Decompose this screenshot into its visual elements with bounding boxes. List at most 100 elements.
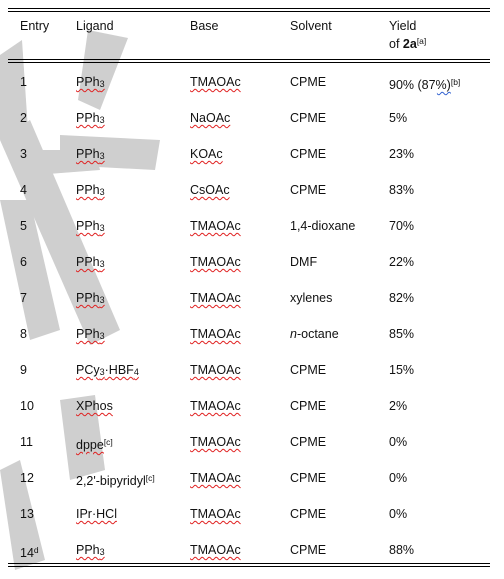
base-cell: NaOAc [190,111,230,126]
entry-cell: 1 [20,75,27,90]
header-bottom-rule [8,59,490,63]
entry-cell: 3 [20,147,27,162]
yield-cell: 23% [389,147,414,162]
footnote-marker: [b] [450,77,461,87]
header-base: Base [190,19,219,33]
text: CPME [290,471,326,485]
text: PPh3 [76,291,105,305]
table-top-rule [8,8,490,12]
solvent-cell: CPME [290,435,326,450]
entry-cell: 9 [20,363,27,378]
yield-cell: 22% [389,255,414,270]
text-part: 4 [133,367,139,377]
yield-value: 83% [389,183,415,197]
footnote-marker: [c] [103,437,113,447]
text: PPh3 [76,75,105,89]
yield-cell: 90% (87%)[b] [389,75,460,93]
text-part: 3 [99,115,105,125]
yield-value: 0% [389,471,408,485]
text-part: PCy [76,363,100,377]
entry-number: 4 [20,183,27,197]
base-cell: KOAc [190,147,223,162]
entry-cell: 4 [20,183,27,198]
text: CPME [290,147,326,161]
header-solvent: Solvent [290,19,332,33]
entry-cell: 12 [20,471,34,486]
text: IPr·HCl [76,507,117,521]
text: PPh3 [76,111,105,125]
footnote-marker: [c] [145,473,155,483]
text: CPME [290,399,326,413]
text-part: CPME [290,363,327,377]
yield-cell: 2% [389,399,407,414]
yield-cell: 85% [389,327,414,342]
base-name: KOAc [190,147,223,161]
ligand-cell: dppe[c] [76,435,113,453]
solvent-cell: CPME [290,471,326,486]
table-bottom-rule [8,563,490,567]
entry-number: 3 [20,147,27,161]
text-part: xylenes [290,291,333,305]
solvent-cell: CPME [290,111,326,126]
yield-cell: 0% [389,471,407,486]
base-name: NaOAc [190,111,231,125]
base-name: TMAOAc [190,363,241,377]
text-part: 3 [99,223,105,233]
entry-cell: 14d [20,543,39,561]
footnote-a: [a] [416,36,427,46]
text: PPh3 [76,147,105,161]
entry-number: 14 [20,546,34,560]
text: xylenes [290,291,332,305]
solvent-cell: CPME [290,399,326,414]
base-cell: TMAOAc [190,435,241,450]
text-part: PPh [76,147,100,161]
yield-cell: 0% [389,435,407,450]
base-name: TMAOAc [190,399,241,413]
text-part: ·HBF [104,363,134,377]
footnote-marker: d [33,545,39,555]
text: dppe [76,438,104,452]
entry-number: 13 [20,507,34,521]
text: CPME [290,75,326,89]
text-part: CPME [290,183,327,197]
yield-cell: 5% [389,111,407,126]
header-ligand: Ligand [76,19,114,33]
base-name: TMAOAc [190,291,241,305]
base-cell: TMAOAc [190,255,241,270]
text: DMF [290,255,317,269]
yield-cell: 70% [389,219,414,234]
entry-cell: 5 [20,219,27,234]
base-cell: TMAOAc [190,543,241,558]
yield-cell: 88% [389,543,414,558]
text-part: dppe [76,438,104,452]
solvent-cell: CPME [290,75,326,90]
ligand-cell: PCy3·HBF4 [76,363,139,380]
entry-number: 8 [20,327,27,341]
text-part: CPME [290,507,327,521]
text-part: 1,4-dioxane [290,219,356,233]
ligand-cell: XPhos [76,399,113,414]
text-part: 2,2'-bipyridyl [76,474,146,488]
base-name: TMAOAc [190,219,241,233]
ligand-cell: PPh3 [76,75,105,92]
text: PPh3 [76,183,105,197]
yield-value: 0% [389,435,408,449]
text-part: DMF [290,255,318,269]
entry-number: 1 [20,75,27,89]
base-cell: TMAOAc [190,219,241,234]
header-yield-of: of [389,37,403,51]
text: PCy3·HBF4 [76,363,139,377]
ligand-cell: 2,2'-bipyridyl[c] [76,471,155,489]
solvent-cell: 1,4-dioxane [290,219,355,234]
header-yield-compound: 2a [402,37,417,51]
text-part: CPME [290,147,327,161]
solvent-cell: n-octane [290,327,339,342]
entry-number: 7 [20,291,27,305]
ligand-cell: PPh3 [76,219,105,236]
yield-value: 2% [389,399,408,413]
text: PPh3 [76,219,105,233]
text-part: CPME [290,471,327,485]
base-cell: TMAOAc [190,471,241,486]
yield-cell: 83% [389,183,414,198]
base-name: TMAOAc [190,471,241,485]
